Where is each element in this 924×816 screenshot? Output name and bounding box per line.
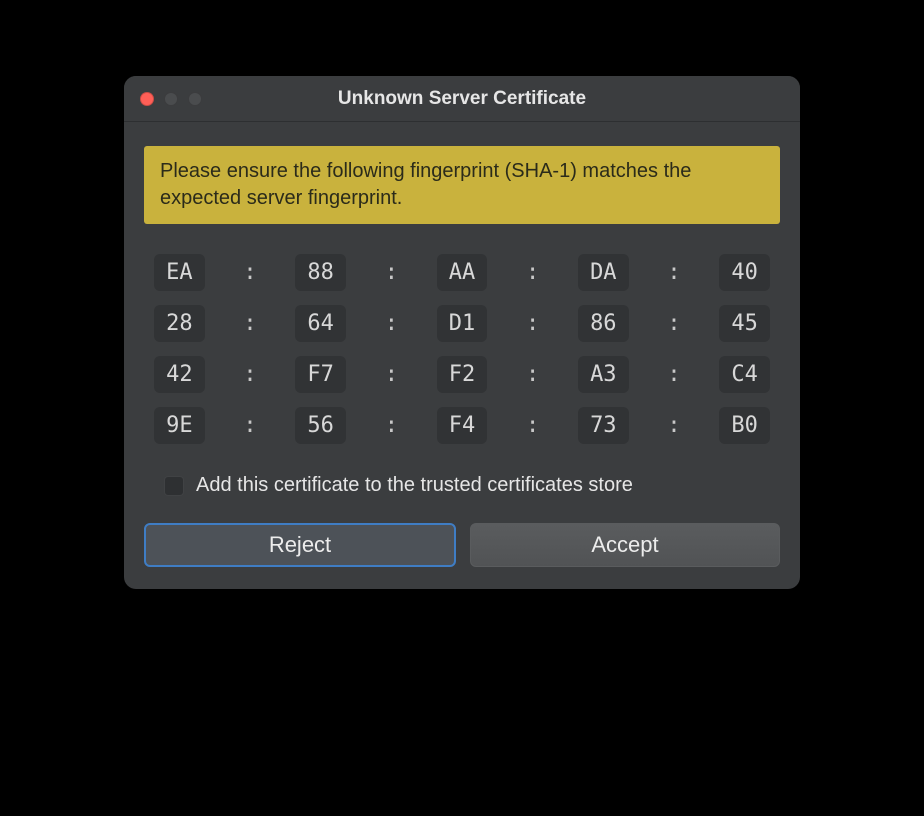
button-row: Reject Accept (144, 523, 780, 567)
fp-separator: : (385, 413, 398, 438)
fp-separator: : (667, 413, 680, 438)
fp-byte: 28 (154, 305, 205, 342)
fp-byte: EA (154, 254, 205, 291)
fp-byte: F7 (295, 356, 346, 393)
traffic-lights (140, 92, 202, 106)
dialog-content: Please ensure the following fingerprint … (124, 122, 800, 589)
fingerprint-grid: EA : 88 : AA : DA : 40 28 : 64 : D1 : 86… (144, 254, 780, 444)
fp-separator: : (243, 260, 256, 285)
fp-separator: : (667, 362, 680, 387)
fp-separator: : (526, 260, 539, 285)
fp-separator: : (526, 362, 539, 387)
accept-button-label: Accept (591, 532, 658, 558)
fp-byte: A3 (578, 356, 629, 393)
fp-separator: : (243, 413, 256, 438)
fp-separator: : (385, 311, 398, 336)
fp-byte: 88 (295, 254, 346, 291)
fp-separator: : (385, 260, 398, 285)
trust-checkbox[interactable] (164, 476, 184, 496)
fp-separator: : (667, 260, 680, 285)
fp-separator: : (526, 311, 539, 336)
fp-byte: 73 (578, 407, 629, 444)
fp-byte: 86 (578, 305, 629, 342)
fp-separator: : (243, 311, 256, 336)
window-title: Unknown Server Certificate (124, 88, 800, 110)
trust-checkbox-label: Add this certificate to the trusted cert… (196, 474, 633, 497)
fp-separator: : (667, 311, 680, 336)
fp-byte: DA (578, 254, 629, 291)
fp-separator: : (526, 413, 539, 438)
fp-separator: : (243, 362, 256, 387)
reject-button[interactable]: Reject (144, 523, 456, 567)
close-icon[interactable] (140, 92, 154, 106)
fp-byte: B0 (719, 407, 770, 444)
fp-separator: : (385, 362, 398, 387)
reject-button-label: Reject (269, 532, 331, 558)
titlebar: Unknown Server Certificate (124, 76, 800, 122)
warning-notice: Please ensure the following fingerprint … (144, 146, 780, 224)
fp-byte: C4 (719, 356, 770, 393)
fp-byte: 64 (295, 305, 346, 342)
fp-byte: D1 (437, 305, 488, 342)
fp-byte: AA (437, 254, 488, 291)
fp-byte: F4 (437, 407, 488, 444)
fp-byte: 45 (719, 305, 770, 342)
fp-byte: 42 (154, 356, 205, 393)
dialog-window: Unknown Server Certificate Please ensure… (124, 76, 800, 589)
fp-byte: 9E (154, 407, 205, 444)
fp-byte: F2 (437, 356, 488, 393)
maximize-icon[interactable] (188, 92, 202, 106)
fp-byte: 56 (295, 407, 346, 444)
trust-checkbox-row: Add this certificate to the trusted cert… (144, 474, 780, 497)
accept-button[interactable]: Accept (470, 523, 780, 567)
fp-byte: 40 (719, 254, 770, 291)
minimize-icon[interactable] (164, 92, 178, 106)
